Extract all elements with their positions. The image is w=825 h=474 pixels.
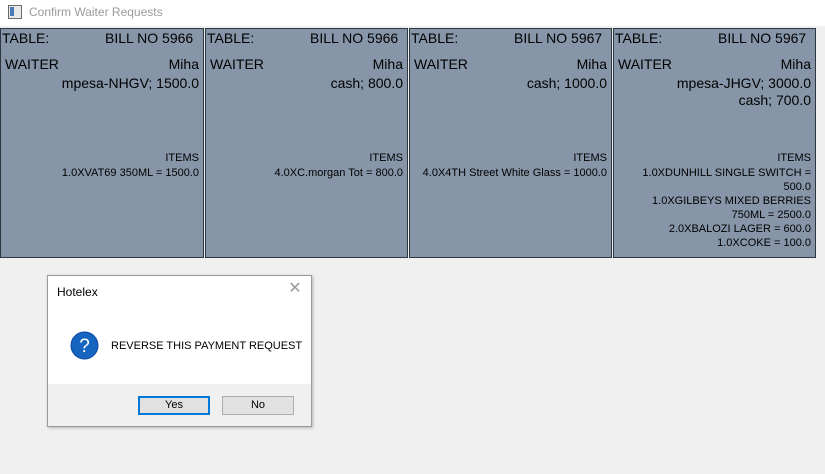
app-window-icon bbox=[8, 5, 22, 19]
bill-number: BILL NO 5966 bbox=[310, 30, 399, 46]
table-label: TABLE: bbox=[411, 30, 459, 46]
request-card[interactable]: TABLE: BILL NO 5966 WAITER Miha cash; 80… bbox=[205, 28, 408, 258]
waiter-label: WAITER bbox=[618, 56, 672, 72]
payment-entry: mpesa-JHGV; 3000.0 bbox=[676, 75, 811, 91]
payment-entry: mpesa-NHGV; 1500.0 bbox=[61, 75, 199, 91]
payment-list: cash; 1000.0 bbox=[527, 75, 607, 92]
payment-entry: cash; 800.0 bbox=[330, 75, 403, 91]
item-list: 1.0XVAT69 350ML = 1500.0 bbox=[5, 166, 199, 180]
window-title: Confirm Waiter Requests bbox=[29, 5, 163, 19]
payment-list: mpesa-JHGV; 3000.0 cash; 700.0 bbox=[677, 75, 811, 109]
item-list: 1.0XDUNHILL SINGLE SWITCH = 500.0 1.0XGI… bbox=[618, 166, 811, 250]
items-header: ITEMS bbox=[165, 152, 199, 164]
title-bar: Confirm Waiter Requests bbox=[0, 0, 825, 26]
yes-button[interactable]: Yes bbox=[138, 396, 210, 415]
item-list: 4.0X4TH Street White Glass = 1000.0 bbox=[414, 166, 607, 180]
table-label: TABLE: bbox=[207, 30, 255, 46]
waiter-label: WAITER bbox=[5, 56, 59, 72]
no-button[interactable]: No bbox=[222, 396, 294, 415]
close-icon[interactable]: ✕ bbox=[288, 281, 302, 297]
items-header: ITEMS bbox=[573, 152, 607, 164]
waiter-name: Miha bbox=[372, 56, 403, 72]
item-entry: 1.0XCOKE = 100.0 bbox=[717, 237, 811, 249]
payment-entry: cash; 1000.0 bbox=[526, 75, 607, 91]
table-label: TABLE: bbox=[615, 30, 663, 46]
waiter-label: WAITER bbox=[414, 56, 468, 72]
waiter-name: Miha bbox=[576, 56, 607, 72]
item-entry: 4.0XC.morgan Tot = 800.0 bbox=[274, 167, 403, 179]
dialog-message: REVERSE THIS PAYMENT REQUEST bbox=[111, 340, 303, 352]
dialog-button-bar: Yes No bbox=[48, 384, 311, 426]
waiter-name: Miha bbox=[780, 56, 811, 72]
payment-entry: cash; 700.0 bbox=[738, 92, 811, 108]
bill-number: BILL NO 5967 bbox=[514, 30, 603, 46]
payment-list: mpesa-NHGV; 1500.0 bbox=[62, 75, 199, 92]
table-label: TABLE: bbox=[2, 30, 50, 46]
items-header: ITEMS bbox=[369, 152, 403, 164]
item-entry: 1.0XVAT69 350ML = 1500.0 bbox=[61, 167, 199, 179]
waiter-label: WAITER bbox=[210, 56, 264, 72]
svg-text:?: ? bbox=[79, 336, 90, 357]
waiter-name: Miha bbox=[168, 56, 199, 72]
request-cards: TABLE: BILL NO 5966 WAITER Miha mpesa-NH… bbox=[0, 28, 825, 260]
payment-list: cash; 800.0 bbox=[331, 75, 403, 92]
request-card[interactable]: TABLE: BILL NO 5967 WAITER Miha mpesa-JH… bbox=[613, 28, 816, 258]
items-header: ITEMS bbox=[777, 152, 811, 164]
item-entry: 2.0XBALOZI LAGER = 600.0 bbox=[668, 223, 811, 235]
item-entry: 1.0XGILBEYS MIXED BERRIES 750ML = 2500.0 bbox=[652, 195, 811, 221]
item-entry: 1.0XDUNHILL SINGLE SWITCH = 500.0 bbox=[642, 167, 811, 193]
item-entry: 4.0X4TH Street White Glass = 1000.0 bbox=[422, 167, 607, 179]
question-icon: ? bbox=[70, 331, 99, 360]
request-card[interactable]: TABLE: BILL NO 5966 WAITER Miha mpesa-NH… bbox=[0, 28, 204, 258]
bill-number: BILL NO 5967 bbox=[718, 30, 807, 46]
confirm-dialog: Hotelex ✕ ? REVERSE THIS PAYMENT REQUEST… bbox=[47, 275, 312, 427]
bill-number: BILL NO 5966 bbox=[105, 30, 194, 46]
request-card[interactable]: TABLE: BILL NO 5967 WAITER Miha cash; 10… bbox=[409, 28, 612, 258]
item-list: 4.0XC.morgan Tot = 800.0 bbox=[210, 166, 403, 180]
dialog-title: Hotelex bbox=[57, 285, 98, 299]
